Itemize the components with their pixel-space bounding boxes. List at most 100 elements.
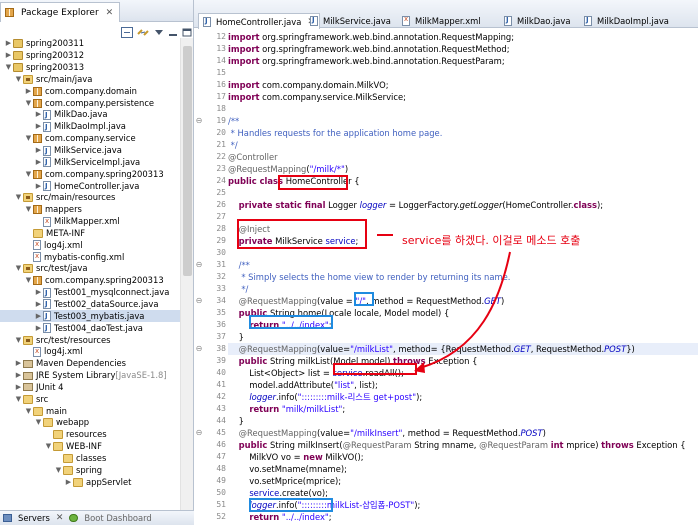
tree-item[interactable]: ▶ spring200311: [0, 38, 180, 50]
expanded-arrow-icon[interactable]: ▼: [24, 275, 33, 286]
tree-item[interactable]: ▶ MilkService.java: [0, 145, 180, 157]
tree-item-label: mappers: [45, 204, 82, 215]
expanded-arrow-icon[interactable]: ▼: [24, 98, 33, 109]
tree-item[interactable]: ▼ spring: [0, 464, 180, 476]
close-icon[interactable]: ✕: [106, 8, 114, 18]
tree-item[interactable]: META-INF: [0, 228, 180, 240]
tree-item[interactable]: ▶ Maven Dependencies: [0, 358, 180, 370]
expanded-arrow-icon[interactable]: ▼: [14, 335, 23, 346]
expanded-arrow-icon[interactable]: ▼: [34, 417, 43, 428]
fold-toggle-icon[interactable]: ⊖: [194, 259, 204, 271]
expanded-arrow-icon[interactable]: ▼: [24, 204, 33, 215]
tree-item[interactable]: ▼ main: [0, 405, 180, 417]
collapsed-arrow-icon[interactable]: ▶: [4, 50, 13, 61]
tree-item-label: classes: [76, 452, 107, 463]
tree-item[interactable]: ▼ src: [0, 393, 180, 405]
explorer-scrollbar[interactable]: [180, 38, 193, 511]
fold-toggle-icon[interactable]: ⊖: [194, 295, 204, 307]
fold-toggle-icon[interactable]: ⊖: [194, 115, 204, 127]
expanded-arrow-icon[interactable]: ▼: [24, 133, 33, 144]
tree-item[interactable]: ▼ WEB-INF: [0, 441, 180, 453]
expanded-arrow-icon[interactable]: ▼: [54, 465, 63, 476]
fold-toggle-icon[interactable]: ⊖: [194, 343, 204, 355]
expanded-arrow-icon[interactable]: ▼: [4, 62, 13, 73]
tree-item[interactable]: ▶ JUnit 4: [0, 381, 180, 393]
code-line: }: [228, 415, 244, 427]
editor-tab[interactable]: HomeController.java✕: [198, 13, 320, 29]
tree-item[interactable]: ▼ spring200313: [0, 62, 180, 74]
editor-tab[interactable]: MilkService.java: [306, 13, 395, 28]
boot-dashboard-tab[interactable]: Boot Dashboard: [69, 513, 152, 523]
collapsed-arrow-icon[interactable]: ▶: [34, 287, 43, 298]
code-area[interactable]: import org.springframework.web.bind.anno…: [228, 29, 698, 525]
collapsed-arrow-icon[interactable]: ▶: [14, 370, 23, 381]
java-icon: [43, 323, 51, 334]
code-token: @Controller: [228, 152, 278, 162]
tree-item[interactable]: ▶ Test003_mybatis.java: [0, 310, 180, 322]
tree-item[interactable]: ▼ com.company.service: [0, 133, 180, 145]
expanded-arrow-icon[interactable]: ▼: [44, 441, 53, 452]
expanded-arrow-icon[interactable]: ▼: [14, 192, 23, 203]
tree-item[interactable]: ▶ com.company.domain: [0, 85, 180, 97]
tree-item[interactable]: ▼ mappers: [0, 204, 180, 216]
tree-item[interactable]: log4j.xml: [0, 346, 180, 358]
tree-item[interactable]: ▼ com.company.spring200313: [0, 168, 180, 180]
scrollbar-thumb[interactable]: [183, 46, 192, 276]
line-number: 30: [216, 248, 226, 257]
tree-item[interactable]: ▶ HomeController.java: [0, 180, 180, 193]
collapsed-arrow-icon[interactable]: ▶: [14, 358, 23, 369]
expanded-arrow-icon[interactable]: ▼: [14, 394, 23, 405]
tree-item[interactable]: ▼ com.company.persistence: [0, 97, 180, 109]
close-icon[interactable]: ✕: [56, 513, 64, 523]
tree-item[interactable]: ▶ appServlet: [0, 476, 180, 488]
editor-tab[interactable]: MilkDaoImpl.java: [580, 13, 673, 28]
tree-item[interactable]: classes: [0, 453, 180, 465]
servers-tab[interactable]: Servers ✕: [3, 513, 63, 523]
collapsed-arrow-icon[interactable]: ▶: [4, 38, 13, 49]
tree-item-label: spring200312: [26, 50, 85, 61]
collapsed-arrow-icon[interactable]: ▶: [34, 181, 43, 192]
collapsed-arrow-icon[interactable]: ▶: [14, 382, 23, 393]
tree-item[interactable]: ▶ Test004_daoTest.java: [0, 322, 180, 335]
tree-item[interactable]: log4j.xml: [0, 239, 180, 251]
expanded-arrow-icon[interactable]: ▼: [24, 406, 33, 417]
tree-item[interactable]: ▼ src/main/java: [0, 74, 180, 86]
tree-item[interactable]: resources: [0, 429, 180, 441]
collapsed-arrow-icon[interactable]: ▶: [24, 86, 33, 97]
tree-item[interactable]: ▶ MilkDaoImpl.java: [0, 121, 180, 133]
tree-item[interactable]: mybatis-config.xml: [0, 251, 180, 263]
pkg-icon: [33, 98, 42, 108]
collapsed-arrow-icon[interactable]: ▶: [34, 157, 43, 168]
tree-item[interactable]: ▶ MilkServiceImpl.java: [0, 156, 180, 169]
editor-tab[interactable]: MilkDao.java: [500, 13, 575, 28]
tree-item[interactable]: ▼ src/main/resources: [0, 192, 180, 204]
tree-item[interactable]: ▶ JRE System Library [JavaSE-1.8]: [0, 370, 180, 382]
collapsed-arrow-icon[interactable]: ▶: [34, 145, 43, 156]
expanded-arrow-icon[interactable]: ▼: [14, 74, 23, 85]
line-number: 45: [216, 428, 226, 437]
collapsed-arrow-icon[interactable]: ▶: [34, 311, 43, 322]
collapsed-arrow-icon[interactable]: ▶: [34, 299, 43, 310]
tree-item[interactable]: ▶ Test002_dataSource.java: [0, 299, 180, 311]
package-explorer-tab[interactable]: Package Explorer ✕: [0, 2, 121, 22]
tree-item[interactable]: ▶ Test001_mysqlconnect.java: [0, 287, 180, 299]
xml-icon: [33, 251, 41, 263]
tree-item[interactable]: ▼ com.company.spring200313: [0, 275, 180, 287]
collapsed-arrow-icon[interactable]: ▶: [64, 477, 73, 488]
tree-item[interactable]: ▼ webapp: [0, 417, 180, 429]
pkg-icon: [33, 205, 42, 215]
tree-item[interactable]: ▶ spring200312: [0, 50, 180, 62]
collapsed-arrow-icon[interactable]: ▶: [34, 121, 43, 132]
fold-toggle-icon[interactable]: ⊖: [194, 427, 204, 439]
expanded-arrow-icon[interactable]: ▼: [24, 169, 33, 180]
tree-item-label: MilkMapper.xml: [54, 216, 120, 227]
collapsed-arrow-icon[interactable]: ▶: [34, 109, 43, 120]
tree-item[interactable]: ▶ MilkDao.java: [0, 109, 180, 121]
collapsed-arrow-icon[interactable]: ▶: [34, 323, 43, 334]
tree-item[interactable]: MilkMapper.xml: [0, 216, 180, 228]
tree-item[interactable]: ▼ src/test/resources: [0, 334, 180, 346]
tree-item[interactable]: ▼ src/test/java: [0, 263, 180, 275]
expanded-arrow-icon[interactable]: ▼: [14, 263, 23, 274]
editor-tab[interactable]: MilkMapper.xml: [398, 13, 485, 28]
